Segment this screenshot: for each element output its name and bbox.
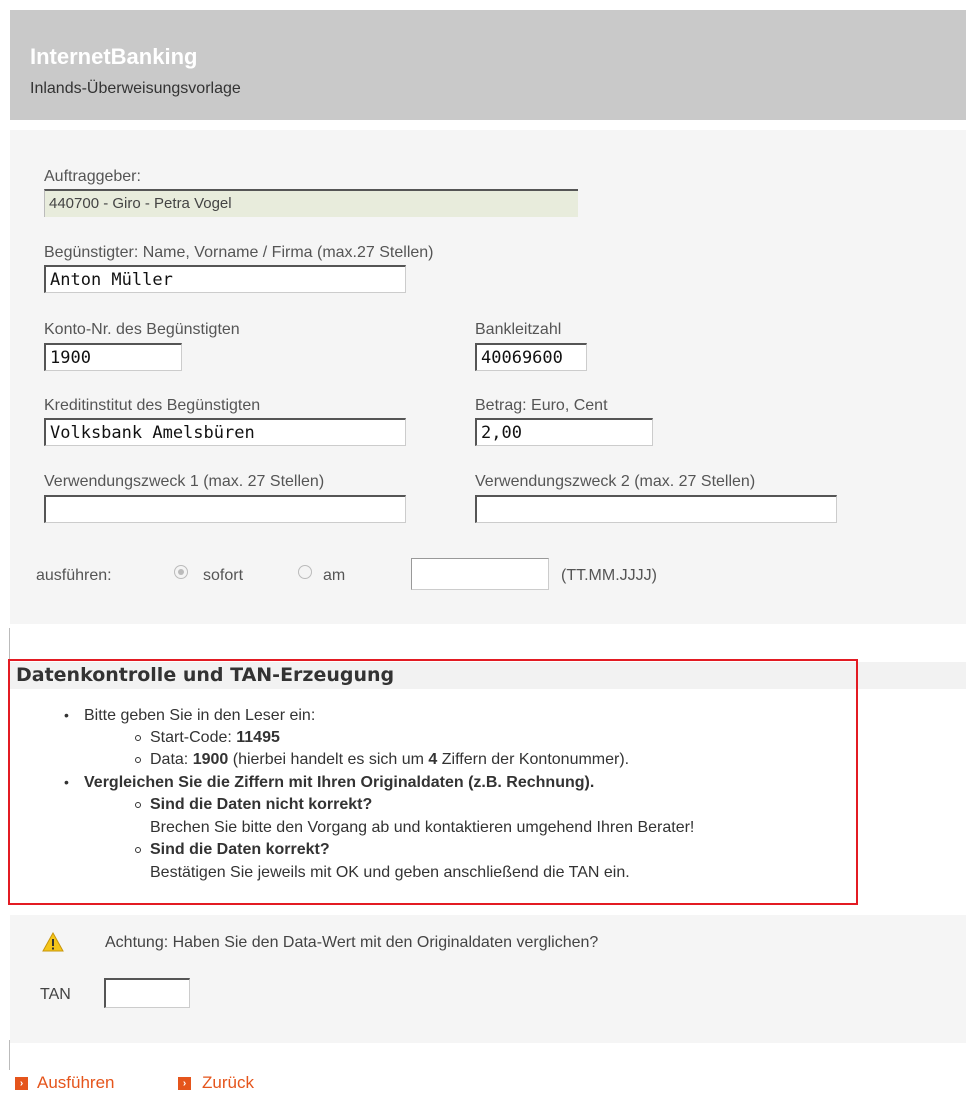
blz-input[interactable]: 40069600 [475, 343, 587, 371]
data-value: 1900 [192, 751, 229, 768]
not-correct-answer: Brechen Sie bitte den Vorgang ab und kon… [150, 819, 695, 836]
betrag-label: Betrag: Euro, Cent [475, 397, 608, 414]
radio-sofort[interactable] [174, 565, 188, 579]
divider [9, 1040, 10, 1070]
page-header: InternetBanking Inlands-Überweisungsvorl… [10, 10, 966, 120]
radio-am[interactable] [298, 565, 312, 579]
correct-answer: Bestätigen Sie jeweils mit OK und geben … [150, 864, 630, 881]
start-code-line: Start-Code: 11495 [150, 729, 280, 747]
section-heading: Datenkontrolle und TAN-Erzeugung [16, 664, 395, 686]
bullet-icon: • [64, 774, 69, 790]
data-note-count: 4 [428, 751, 438, 768]
blz-label: Bankleitzahl [475, 321, 562, 338]
sub-bullet-icon [135, 802, 141, 808]
zweck1-input[interactable] [44, 495, 406, 523]
radio-sofort-label: sofort [203, 567, 244, 584]
beguenstigter-input[interactable]: Anton Müller [44, 265, 406, 293]
not-correct-question: Sind die Daten nicht korrekt? [150, 796, 373, 813]
data-label: Data: [150, 751, 189, 768]
back-link-label[interactable]: Zurück [202, 1073, 254, 1093]
kreditinstitut-label: Kreditinstitut des Begünstigten [44, 397, 261, 414]
sub-bullet-icon [135, 847, 141, 853]
warning-text: Achtung: Haben Sie den Data-Wert mit den… [105, 934, 599, 951]
execute-label: ausführen: [36, 567, 112, 584]
auftraggeber-field: 440700 - Giro - Petra Vogel [44, 189, 578, 217]
zweck2-input[interactable] [475, 495, 837, 523]
arrow-right-icon: › [178, 1077, 191, 1090]
correct-question: Sind die Daten korrekt? [150, 841, 330, 858]
auftraggeber-label: Auftraggeber: [44, 168, 141, 185]
page-title: Inlands-Überweisungsvorlage [30, 80, 241, 97]
start-code-label: Start-Code: [150, 729, 232, 746]
sub-bullet-icon [135, 735, 141, 741]
data-note-post: Ziffern der Kontonummer). [441, 751, 630, 768]
execute-link-label[interactable]: Ausführen [37, 1073, 115, 1093]
instruction-item-2: Vergleichen Sie die Ziffern mit Ihren Or… [84, 774, 595, 791]
bullet-icon: • [64, 707, 69, 723]
beguenstigter-label: Begünstigter: Name, Vorname / Firma (max… [44, 244, 434, 261]
kreditinstitut-input[interactable]: Volksbank Amelsbüren [44, 418, 406, 446]
date-hint: (TT.MM.JJJJ) [561, 567, 657, 584]
data-line: Data: 1900 (hierbei handelt es sich um 4… [150, 751, 629, 769]
start-code-value: 11495 [236, 729, 280, 746]
app-title: InternetBanking [30, 44, 198, 69]
arrow-right-icon: › [15, 1077, 28, 1090]
zweck2-label: Verwendungszweck 2 (max. 27 Stellen) [475, 473, 756, 490]
radio-am-label: am [323, 567, 346, 584]
data-note-pre: (hierbei handelt es sich um [232, 751, 424, 768]
betrag-input[interactable]: 2,00 [475, 418, 653, 446]
konto-input[interactable]: 1900 [44, 343, 182, 371]
instruction-item-1: Bitte geben Sie in den Leser ein: [84, 707, 316, 724]
konto-label: Konto-Nr. des Begünstigten [44, 321, 240, 338]
tan-input[interactable] [104, 978, 190, 1008]
warning-icon [42, 932, 64, 952]
tan-label: TAN [40, 986, 71, 1003]
sub-bullet-icon [135, 757, 141, 763]
date-input[interactable] [411, 558, 549, 590]
zweck1-label: Verwendungszweck 1 (max. 27 Stellen) [44, 473, 325, 490]
